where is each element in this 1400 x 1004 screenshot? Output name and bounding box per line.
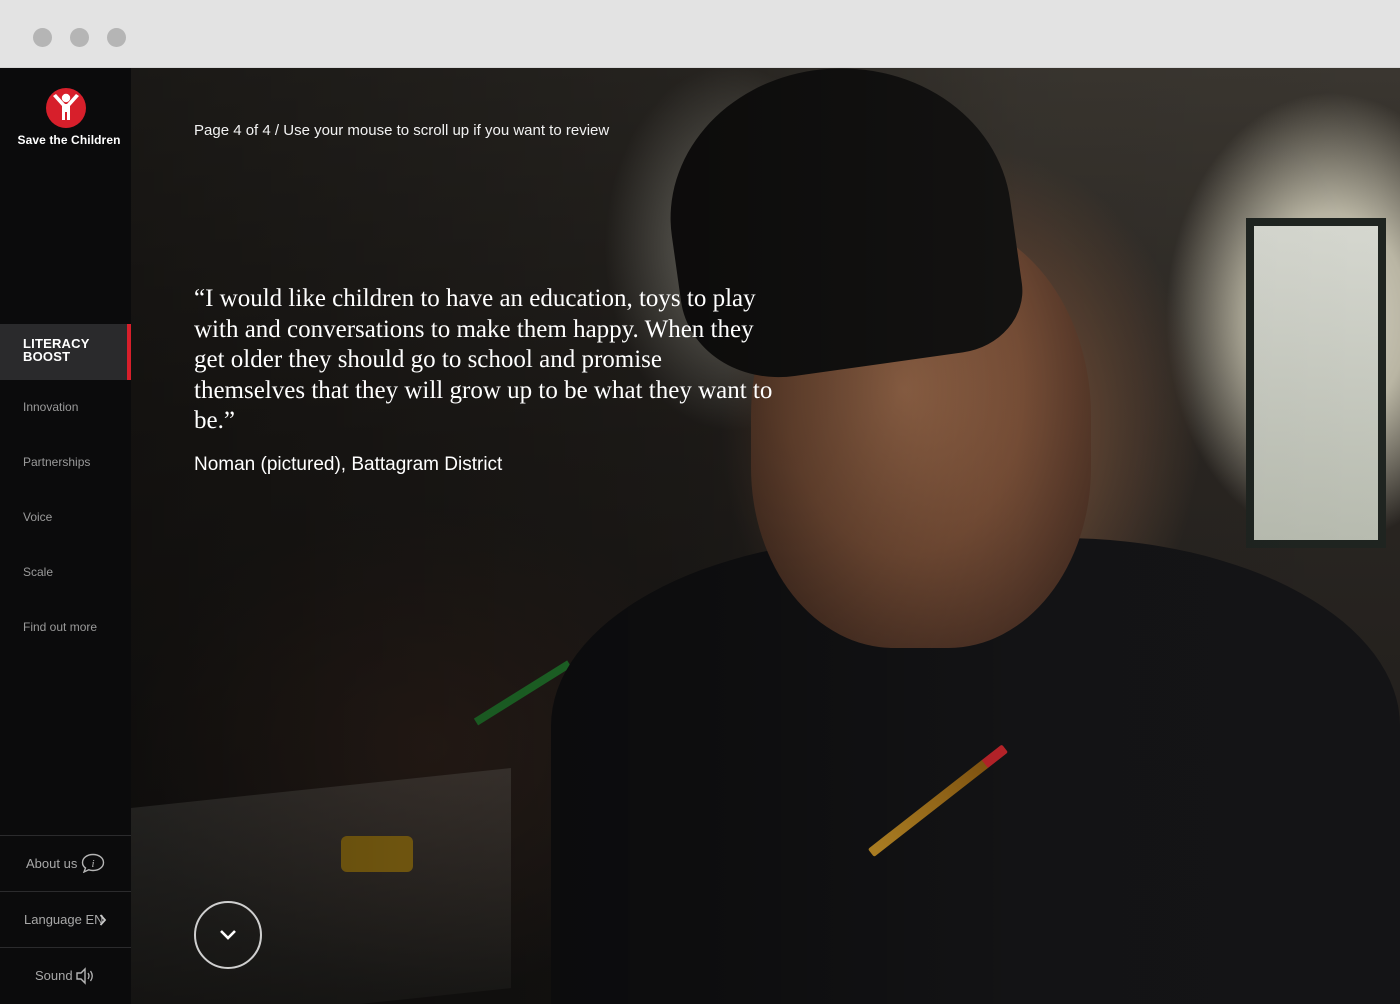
sidebar-item-partnerships[interactable]: Partnerships (23, 455, 90, 469)
sidebar-item-voice[interactable]: Voice (23, 510, 52, 524)
chevron-right-icon (99, 914, 107, 926)
language-label: Language EN (24, 912, 104, 927)
quote-text: “I would like children to have an educat… (194, 285, 773, 435)
window-close-dot[interactable] (33, 28, 52, 47)
sidebar-active-line2: BOOST (23, 349, 71, 364)
sidebar-item-innovation[interactable]: Innovation (23, 400, 78, 414)
photo-overlay (131, 68, 1400, 1004)
speaker-icon (76, 967, 93, 985)
page-indicator: Page 4 of 4 / Use your mouse to scroll u… (194, 122, 610, 139)
scroll-down-button[interactable] (194, 901, 262, 969)
sidebar-item-scale[interactable]: Scale (23, 565, 53, 579)
save-the-children-logo-icon (46, 88, 86, 128)
sidebar-item-literacy-boost[interactable]: LITERACY BOOST (0, 324, 131, 380)
chevron-down-icon (220, 930, 236, 940)
sidebar-item-find-out-more[interactable]: Find out more (23, 620, 97, 634)
brand-logo[interactable]: Save the Children (0, 68, 131, 158)
sound-label: Sound (35, 968, 73, 983)
quote-attribution: Noman (pictured), Battagram District (194, 454, 503, 475)
info-speech-icon: i (81, 853, 105, 873)
brand-name: Save the Children (17, 133, 121, 147)
hero-photo (131, 68, 1400, 1004)
browser-chrome (0, 0, 1400, 68)
window-maximize-dot[interactable] (107, 28, 126, 47)
sound-toggle[interactable]: Sound (0, 947, 131, 1003)
language-selector[interactable]: Language EN (0, 891, 131, 947)
svg-text:i: i (92, 858, 95, 870)
sidebar: Save the Children LITERACY BOOST Innovat… (0, 68, 131, 1004)
about-us-button[interactable]: About us i (0, 835, 131, 891)
window-minimize-dot[interactable] (70, 28, 89, 47)
about-us-label: About us (26, 856, 78, 871)
